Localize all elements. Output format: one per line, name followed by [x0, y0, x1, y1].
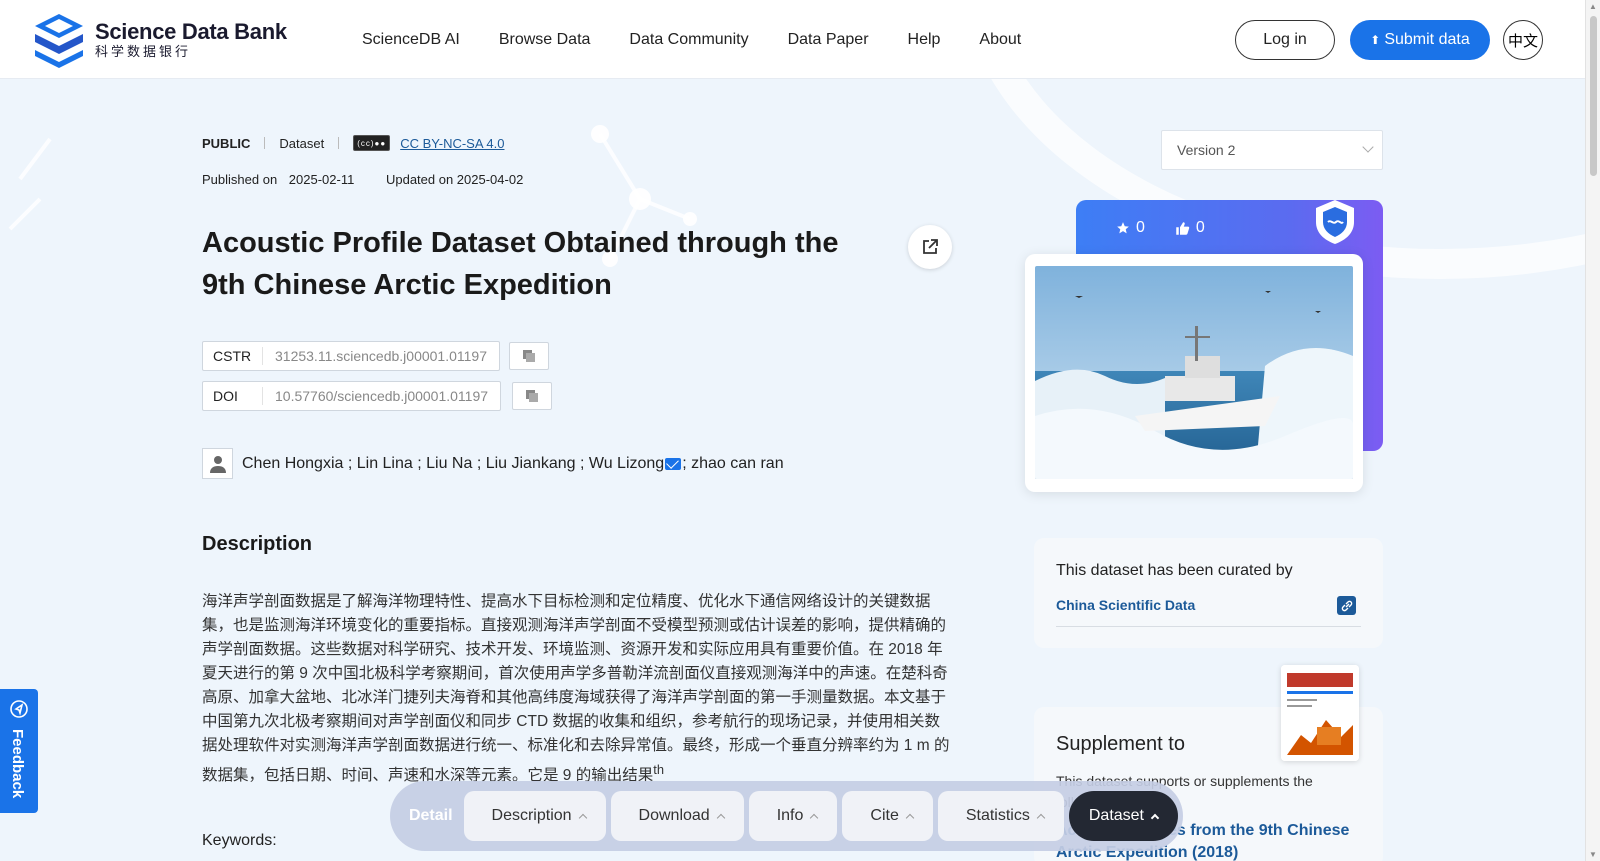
description-heading: Description: [202, 533, 313, 555]
chevron-up-icon: [1036, 813, 1046, 823]
bottom-section-nav: Detail Description Download Info Cite St…: [390, 781, 1183, 851]
logo-title-zh: 科学数据银行: [95, 44, 192, 59]
dataset-meta-row: PUBLIC Dataset (cc)●● CC BY-NC-SA 4.0: [202, 135, 504, 151]
authors-row: Chen Hongxia ; Lin Lina ; Liu Na ; Liu J…: [202, 448, 784, 479]
scroll-down-icon[interactable]: ▼: [1589, 850, 1597, 859]
author-list-rest[interactable]: ; zhao can ran: [682, 455, 783, 473]
description-sup: th: [653, 762, 665, 777]
thumbs-up-icon: [1176, 221, 1190, 235]
star-icon: [1117, 222, 1129, 234]
logo-icon: [35, 14, 83, 68]
tab-description[interactable]: Description: [463, 791, 606, 841]
license-link[interactable]: CC BY-NC-SA 4.0: [400, 136, 504, 151]
copy-icon: [526, 390, 538, 402]
doi-field: DOI 10.57760/sciencedb.j00001.01197: [202, 381, 502, 411]
journal-cover-image[interactable]: [1281, 665, 1359, 761]
doi-label: DOI: [203, 387, 263, 405]
keywords-label: Keywords:: [202, 832, 277, 849]
chevron-up-icon: [905, 813, 915, 823]
nav-data-paper[interactable]: Data Paper: [788, 31, 869, 49]
tab-statistics[interactable]: Statistics: [937, 791, 1064, 841]
mail-icon[interactable]: [665, 457, 682, 470]
cstr-field: CSTR 31253.11.sciencedb.j00001.01197: [202, 341, 500, 371]
published-label: Published on: [202, 172, 278, 187]
dates-row: Published on 2025-02-11 Updated on 2025-…: [202, 172, 531, 187]
main-nav: ScienceDB AI Browse Data Data Community …: [362, 0, 1060, 79]
language-switch-button[interactable]: 中文: [1503, 20, 1543, 60]
detail-label: Detail: [408, 807, 453, 824]
tab-download[interactable]: Download: [610, 791, 744, 841]
supplement-heading: Supplement to: [1056, 733, 1185, 755]
chevron-down-icon: [1362, 141, 1374, 153]
curated-org-link[interactable]: China Scientific Data: [1056, 597, 1195, 613]
nav-browse-data[interactable]: Browse Data: [499, 31, 591, 49]
submit-data-label: Submit data: [1384, 31, 1470, 48]
feedback-icon: [10, 700, 28, 718]
curated-title: This dataset has been curated by: [1056, 562, 1293, 579]
chevron-up-icon: [578, 813, 587, 823]
doi-value[interactable]: 10.57760/sciencedb.j00001.01197: [263, 388, 500, 404]
page-title: Acoustic Profile Dataset Obtained throug…: [202, 227, 839, 301]
share-icon: [923, 239, 938, 254]
version-select[interactable]: Version 2: [1161, 130, 1383, 170]
nav-about[interactable]: About: [979, 31, 1021, 49]
version-value: Version 2: [1177, 142, 1236, 158]
upload-icon: ⬆: [1370, 33, 1381, 47]
published-date: 2025-02-11: [288, 172, 355, 187]
top-header: Science Data Bank 科学数据银行 ScienceDB AI Br…: [0, 0, 1600, 79]
share-button[interactable]: [908, 225, 952, 269]
tab-info[interactable]: Info: [748, 791, 838, 841]
login-button[interactable]: Log in: [1235, 20, 1335, 60]
cc-license-icon: (cc)●●: [353, 135, 391, 151]
nav-data-community[interactable]: Data Community: [629, 31, 748, 49]
resource-type: Dataset: [279, 135, 325, 151]
dataset-cover-card: [1025, 254, 1363, 492]
chevron-up-icon: [716, 813, 725, 823]
external-link-icon[interactable]: [1337, 596, 1356, 615]
site-logo[interactable]: Science Data Bank 科学数据银行: [31, 12, 287, 68]
description-body: 海洋声学剖面数据是了解海洋物理特性、提高水下目标检测和定位精度、优化水下通信网络…: [202, 593, 950, 785]
copy-doi-button[interactable]: [512, 382, 552, 410]
submit-data-button[interactable]: ⬆ Submit data: [1350, 20, 1490, 60]
scroll-up-icon[interactable]: ▲: [1589, 2, 1597, 11]
visibility-badge: PUBLIC: [202, 135, 251, 151]
feedback-tab[interactable]: Feedback: [0, 689, 38, 813]
curated-by-panel: This dataset has been curated by China S…: [1034, 538, 1383, 648]
like-count[interactable]: 0: [1175, 219, 1205, 237]
nav-sciencedb-ai[interactable]: ScienceDB AI: [362, 31, 460, 49]
author-avatar-icon: [202, 448, 233, 479]
copy-cstr-button[interactable]: [509, 342, 549, 370]
nav-help[interactable]: Help: [908, 31, 941, 49]
updated-date: Updated on 2025-04-02: [385, 172, 524, 187]
stats-row: 0 0: [1116, 219, 1235, 237]
tab-dataset[interactable]: Dataset: [1068, 791, 1178, 841]
chevron-up-icon: [810, 813, 819, 823]
author-list[interactable]: Chen Hongxia ; Lin Lina ; Liu Na ; Liu J…: [242, 455, 664, 473]
copy-icon: [523, 350, 535, 362]
chevron-up-icon: [1150, 813, 1160, 823]
favorite-count[interactable]: 0: [1116, 219, 1145, 237]
cstr-label: CSTR: [203, 347, 263, 365]
description-text: 海洋声学剖面数据是了解海洋物理特性、提高水下目标检测和定位精度、优化水下通信网络…: [202, 590, 950, 788]
feedback-label: Feedback: [9, 729, 26, 799]
logo-title-en: Science Data Bank: [95, 19, 287, 44]
shield-badge-icon: [1316, 200, 1354, 244]
page-scrollbar[interactable]: ▲ ▼: [1585, 0, 1600, 861]
tab-cite[interactable]: Cite: [842, 791, 933, 841]
dataset-cover-image[interactable]: [1035, 266, 1353, 479]
cstr-value[interactable]: 31253.11.sciencedb.j00001.01197: [263, 348, 499, 364]
scrollbar-thumb[interactable]: [1590, 16, 1597, 176]
